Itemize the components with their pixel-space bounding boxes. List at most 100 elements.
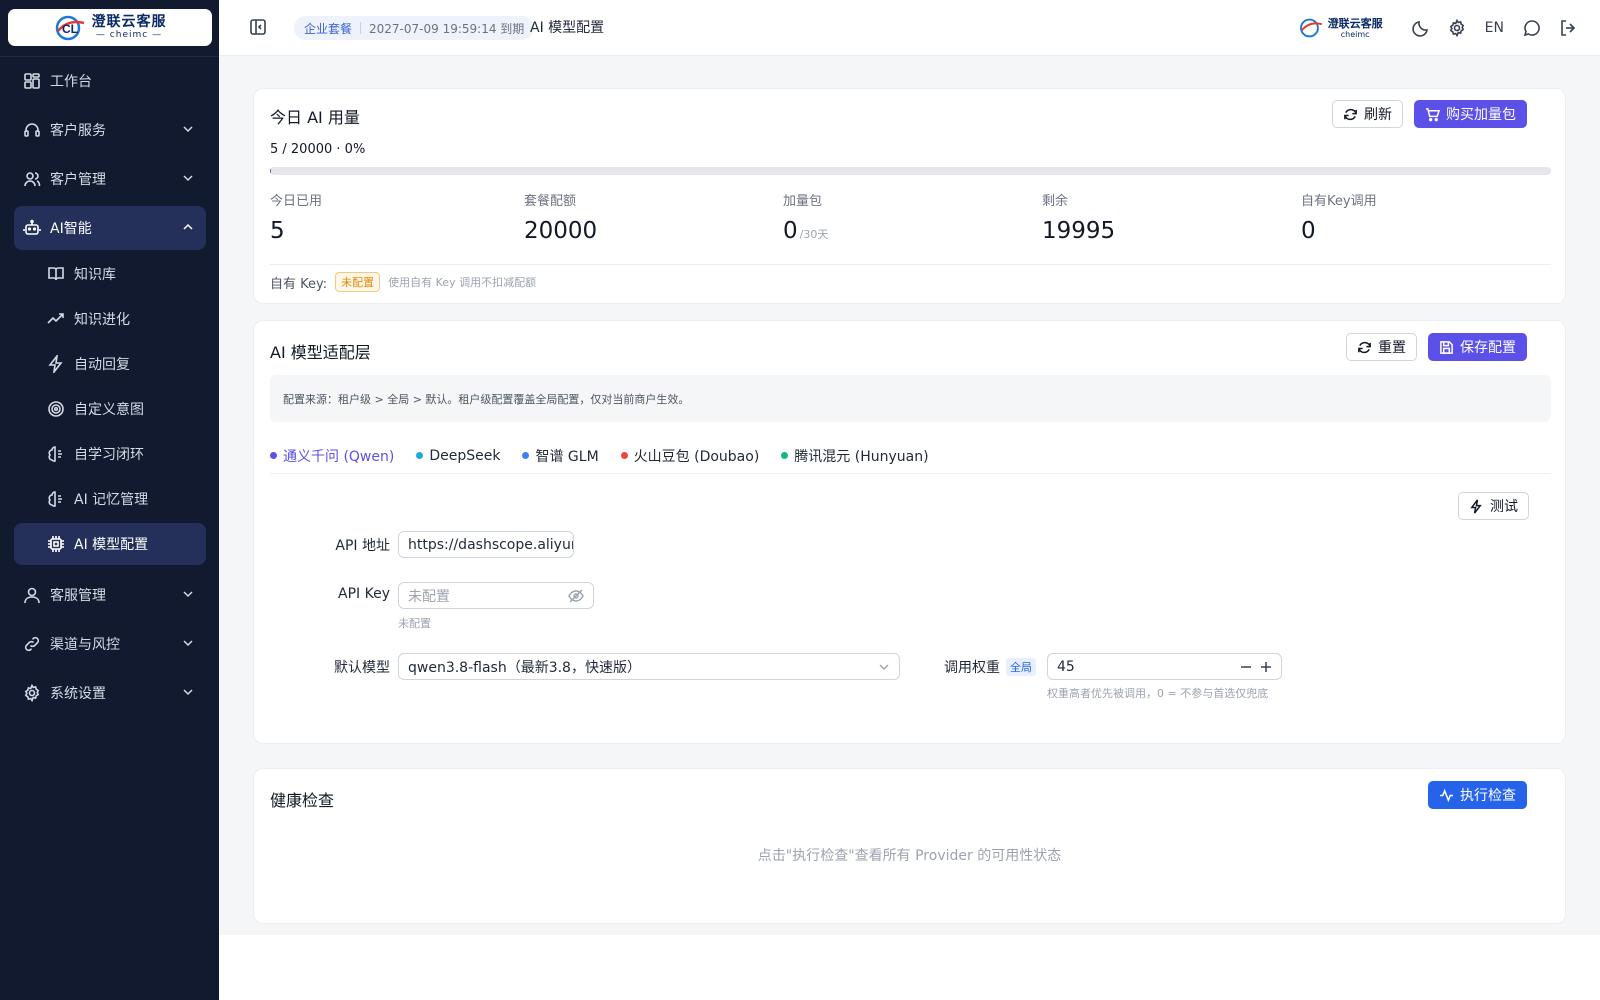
own-key-label: 自有 Key: [270,276,328,292]
tab-label: 火山豆包 (Doubao) [633,448,760,465]
sidebar-subitem-label: AI 记忆管理 [74,492,149,508]
sidebar-subitem-custom-intent[interactable]: 自定义意图 [14,388,206,430]
stat-label: 剩余 [1042,194,1069,209]
logo-subtitle: — cheimc — [95,30,163,40]
chevron-down-icon [182,588,194,604]
own-key-hint: 使用自有 Key 调用不扣减配额 [388,276,537,289]
save-config-button[interactable]: 保存配置 [1428,333,1527,361]
eye-off-icon[interactable] [568,588,584,604]
api-key-placeholder: 未配置 [408,588,450,605]
tab-glm[interactable]: 智谱 GLM [522,446,599,466]
sidebar-subitem-knowledge-evolution[interactable]: 知识进化 [14,298,206,340]
sidebar: CL 澄联云客服 — cheimc — 工作台 客户服务 客户管理 AI智能 知… [0,0,219,1000]
reset-button[interactable]: 重置 [1346,333,1417,361]
stat-quota: 套餐配额 20000 [524,190,597,246]
sidebar-item-ai[interactable]: AI智能 [14,206,206,250]
sidebar-item-customer-service[interactable]: 客户服务 [14,108,206,152]
save-icon [1440,340,1453,354]
sidebar-subitem-ai-model-config[interactable]: AI 模型配置 [14,523,206,565]
status-dot [781,452,789,459]
refresh-icon [1344,108,1357,120]
stat-label: 套餐配额 [524,194,577,209]
refresh-button[interactable]: 刷新 [1332,100,1403,128]
sidebar-subitem-ai-memory[interactable]: AI 记忆管理 [14,478,206,520]
run-check-button[interactable]: 执行检查 [1428,781,1527,809]
health-check-card: 健康检查 执行检查 点击"执行检查"查看所有 Provider 的可用性状态 [253,768,1566,924]
model-adapter-title: AI 模型适配层 [270,343,371,362]
moon-icon[interactable] [1411,18,1431,38]
stat-used: 今日已用 5 [270,190,322,246]
svg-text:CL: CL [62,22,78,36]
tab-hunyuan[interactable]: 腾讯混元 (Hunyuan) [781,446,929,466]
api-key-input[interactable]: 未配置 [398,582,594,609]
sidebar-item-dashboard[interactable]: 工作台 [14,59,206,103]
status-dot [270,452,277,459]
sidebar-subitem-label: 知识进化 [74,312,130,328]
tab-label: 通义千问 (Qwen) [283,448,395,465]
gear-icon[interactable] [1447,18,1467,38]
weight-stepper-controls [1240,661,1272,673]
brain-icon [46,444,66,464]
stat-addon: 加量包 0/30天 [783,190,828,246]
plan-name: 企业套餐 [304,21,353,36]
bottom-area [219,935,1600,1000]
run-check-label: 执行检查 [1460,788,1516,804]
chip-icon [46,534,66,554]
chevron-up-icon [182,221,194,237]
main-content: 今日 AI 用量 刷新 购买加量包 5 / 20000 · 0% 今日已用 5 … [219,56,1600,935]
test-button[interactable]: 测试 [1458,492,1529,520]
api-url-input[interactable]: https://dashscope.aliyun [398,531,574,558]
logo-mark-icon: CL [54,15,86,41]
usage-summary: 5 / 20000 · 0% [270,142,366,157]
default-model-value: qwen3.8-flash（最新3.8，快速版） [408,659,641,676]
weight-scope-tag: 全局 [1006,658,1036,676]
chevron-down-icon [879,664,889,670]
plus-icon[interactable] [1260,661,1272,673]
weight-stepper[interactable]: 45 [1047,653,1282,680]
target-icon [46,399,66,419]
tab-label: DeepSeek [429,447,501,464]
sidebar-subitem-knowledge-base[interactable]: 知识库 [14,253,206,295]
bolt-icon [1470,498,1482,514]
tab-qwen[interactable]: 通义千问 (Qwen) [270,446,394,466]
chevron-down-icon [182,123,194,139]
users-icon [22,169,42,189]
sidebar-item-customer-management[interactable]: 客户管理 [14,157,206,201]
sidebar-item-label: 客服管理 [50,588,106,604]
top-logo-title: 澄联云客服 [1327,16,1383,30]
own-key-row: 自有 Key: 未配置 使用自有 Key 调用不扣减配额 [270,272,536,292]
logo-title: 澄联云客服 [91,14,167,30]
stat-label: 自有Key调用 [1301,194,1377,209]
sidebar-collapse-icon[interactable] [249,18,269,38]
tab-deepseek[interactable]: DeepSeek [416,448,500,464]
weight-value: 45 [1057,658,1075,675]
chat-icon[interactable] [1522,18,1542,38]
sidebar-subitem-label: 自动回复 [74,357,130,373]
language-toggle[interactable]: EN [1485,20,1504,36]
sidebar-item-channels-risk[interactable]: 渠道与风控 [14,622,206,666]
sidebar-subitem-label: 知识库 [74,267,116,283]
divider [270,264,1551,265]
plan-expiry: 2027-07-09 19:59:14 到期 [369,21,525,36]
chevron-down-icon [182,637,194,653]
reset-label: 重置 [1378,340,1406,356]
headset-icon [22,120,42,140]
sidebar-item-label: 渠道与风控 [50,637,120,653]
stat-value: 5 [270,218,285,244]
stat-unit: /30天 [799,228,829,241]
tab-label: 腾讯混元 (Hunyuan) [794,448,929,465]
sidebar-item-agent-management[interactable]: 客服管理 [14,573,206,617]
buy-addon-button[interactable]: 购买加量包 [1414,100,1527,128]
refresh-label: 刷新 [1364,107,1392,123]
stat-own-key-calls: 自有Key调用 0 [1301,190,1377,246]
minus-icon[interactable] [1240,661,1252,673]
sidebar-item-label: 客户服务 [50,123,106,139]
sidebar-subitem-self-learning[interactable]: 自学习闭环 [14,433,206,475]
default-model-select[interactable]: qwen3.8-flash（最新3.8，快速版） [398,653,900,680]
logo[interactable]: CL 澄联云客服 — cheimc — [8,9,212,46]
tab-doubao[interactable]: 火山豆包 (Doubao) [620,446,760,466]
plan-divider [360,22,362,34]
sidebar-subitem-auto-reply[interactable]: 自动回复 [14,343,206,385]
logout-icon[interactable] [1558,18,1578,38]
sidebar-item-system-settings[interactable]: 系统设置 [14,671,206,715]
